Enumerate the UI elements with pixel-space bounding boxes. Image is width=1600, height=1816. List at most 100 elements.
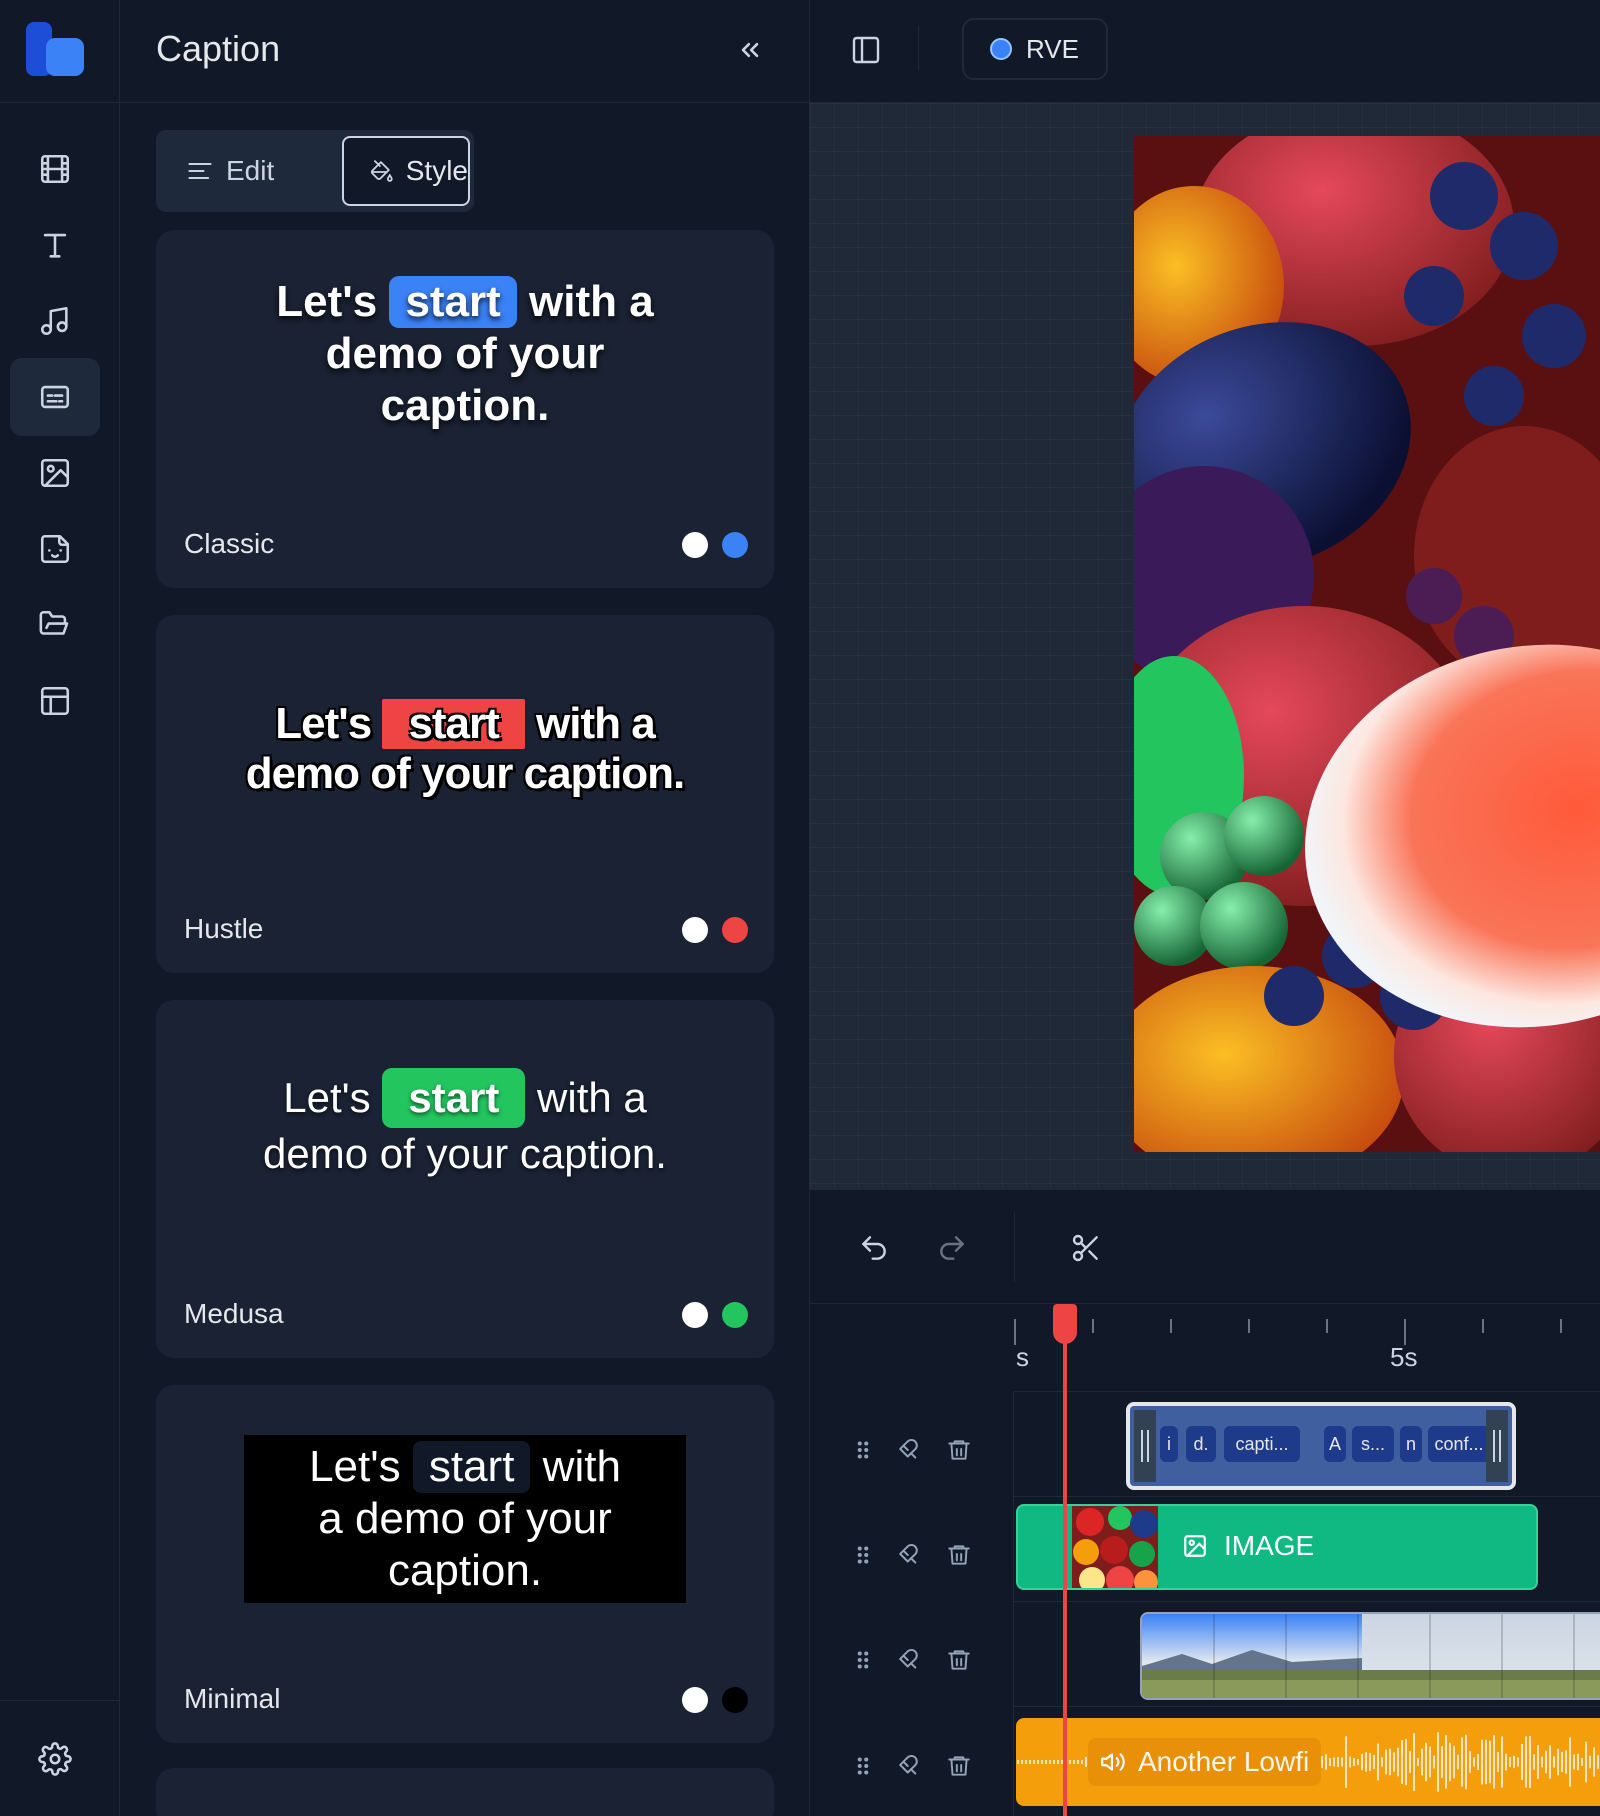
video-clip[interactable] <box>1140 1612 1600 1700</box>
layout-icon <box>40 686 70 716</box>
project-button-label: RVE <box>1026 33 1079 64</box>
caption-preview: Let's start with a demo of your caption. <box>244 1435 686 1603</box>
sidebar-item-audio[interactable] <box>10 282 100 360</box>
caption-preview: Let's start with a demo of your caption. <box>156 1068 774 1180</box>
caption-style-card-next[interactable] <box>156 1768 774 1816</box>
text-color-swatch <box>682 1302 708 1328</box>
caption-highlight-word: start <box>382 699 525 749</box>
magnet-icon[interactable] <box>898 1753 924 1779</box>
track-3-controls <box>850 1640 990 1680</box>
sidebar-item-templates[interactable] <box>10 662 100 740</box>
caption-style-card-minimal[interactable]: Let's start with a demo of your caption.… <box>156 1385 774 1743</box>
toggle-sidebar-button[interactable] <box>846 30 886 70</box>
sidebar-item-settings[interactable] <box>10 1720 100 1798</box>
folder-icon <box>39 610 69 635</box>
clip-trim-handle-right[interactable] <box>1486 1410 1508 1482</box>
caption-text: with a <box>525 1074 647 1121</box>
caption-text: with <box>530 1442 621 1491</box>
magnet-icon[interactable] <box>898 1437 924 1463</box>
paint-bucket-icon <box>370 160 393 182</box>
caption-segment[interactable]: d. <box>1186 1426 1216 1462</box>
rail-divider <box>0 102 120 103</box>
audio-clip[interactable]: Another Lowfi <box>1016 1718 1600 1806</box>
image-icon <box>1184 1535 1206 1557</box>
highlight-color-swatch <box>722 1687 748 1713</box>
sticker-icon <box>40 534 70 564</box>
caption-style-card-medusa[interactable]: Let's start with a demo of your caption.… <box>156 1000 774 1358</box>
color-swatches <box>682 917 748 943</box>
caption-style-card-classic[interactable]: Let's start with a demo of your caption.… <box>156 230 774 588</box>
style-name: Minimal <box>184 1683 281 1714</box>
sidebar-item-captions[interactable] <box>10 358 100 436</box>
style-name: Hustle <box>184 913 264 944</box>
ruler-tick <box>1092 1319 1094 1333</box>
caption-segment[interactable]: s... <box>1352 1426 1394 1462</box>
video-clip-filmstrip <box>1142 1614 1600 1698</box>
text-color-swatch <box>682 917 708 943</box>
collapse-panel-button[interactable] <box>730 30 770 70</box>
caption-segment[interactable]: conf... <box>1428 1426 1490 1462</box>
scissors-icon <box>1072 1234 1098 1262</box>
caption-segment[interactable]: i <box>1160 1426 1178 1462</box>
ruler-tick <box>1248 1319 1250 1333</box>
app-logo[interactable] <box>22 20 88 80</box>
playhead-line <box>1063 1304 1067 1816</box>
drag-handle-icon[interactable] <box>850 1542 876 1568</box>
drag-handle-icon[interactable] <box>850 1437 876 1463</box>
playhead-handle[interactable] <box>1053 1304 1077 1344</box>
drag-handle-icon[interactable] <box>850 1647 876 1673</box>
sidebar-item-stickers[interactable] <box>10 510 100 588</box>
text-color-swatch <box>682 1687 708 1713</box>
sidebar-item-files[interactable] <box>10 586 100 664</box>
track-controls <box>810 1392 1014 1816</box>
highlight-color-swatch <box>722 917 748 943</box>
track-divider <box>1014 1706 1600 1707</box>
color-swatches <box>682 1687 748 1713</box>
image-clip[interactable]: IMAGE <box>1016 1504 1538 1590</box>
tab-style[interactable]: Style <box>342 136 470 206</box>
highlight-color-swatch <box>722 1302 748 1328</box>
caption-text: caption. <box>387 1546 543 1595</box>
split-button[interactable] <box>1064 1226 1108 1270</box>
divider <box>918 26 919 70</box>
panel-title: Caption <box>156 28 281 69</box>
trash-icon[interactable] <box>946 1542 972 1568</box>
video-preview[interactable] <box>1134 136 1600 1152</box>
trash-icon[interactable] <box>946 1437 972 1463</box>
clip-trim-handle-left[interactable] <box>1134 1410 1156 1482</box>
image-clip-text: IMAGE <box>1224 1530 1315 1561</box>
magnet-icon[interactable] <box>898 1647 924 1673</box>
redo-button[interactable] <box>930 1226 974 1270</box>
caption-preview: Let's start with a demo of your caption. <box>156 699 774 799</box>
panel-header: Caption <box>120 0 809 103</box>
caption-text: Let's <box>309 1442 413 1491</box>
time-ruler[interactable]: s 5s <box>1014 1304 1600 1392</box>
caption-preview: Let's start with a demo of your caption. <box>156 276 774 432</box>
project-button[interactable]: RVE <box>962 18 1108 80</box>
undo-button[interactable] <box>852 1226 896 1270</box>
caption-text: with a <box>516 277 654 326</box>
sidebar-item-video[interactable] <box>10 130 100 208</box>
caption-segment[interactable]: n <box>1400 1426 1422 1462</box>
style-name: Classic <box>184 528 275 559</box>
trash-icon[interactable] <box>946 1647 972 1673</box>
caption-highlight-word: start <box>412 1441 531 1493</box>
tab-edit[interactable]: Edit <box>186 136 274 206</box>
caption-segment[interactable]: A <box>1324 1426 1346 1462</box>
ruler-label: s <box>1016 1342 1029 1372</box>
color-swatches <box>682 532 748 558</box>
caption-clip[interactable]: i d. capti... A s... n conf... <box>1126 1402 1516 1490</box>
trash-icon[interactable] <box>946 1753 972 1779</box>
caption-style-card-hustle[interactable]: Let's start with a demo of your caption.… <box>156 615 774 973</box>
caption-text: demo of your caption. <box>245 749 686 798</box>
sidebar-item-images[interactable] <box>10 434 100 512</box>
caption-segment[interactable]: capti... <box>1224 1426 1300 1462</box>
volume-icon <box>1101 1753 1125 1771</box>
drag-handle-icon[interactable] <box>850 1753 876 1779</box>
caption-text: demo of your <box>325 329 605 378</box>
caption-text: with a <box>524 699 656 748</box>
sidebar-item-text[interactable] <box>10 206 100 284</box>
magnet-icon[interactable] <box>898 1542 924 1568</box>
caption-text: caption. <box>380 381 550 430</box>
caption-text: Let's <box>276 277 390 326</box>
